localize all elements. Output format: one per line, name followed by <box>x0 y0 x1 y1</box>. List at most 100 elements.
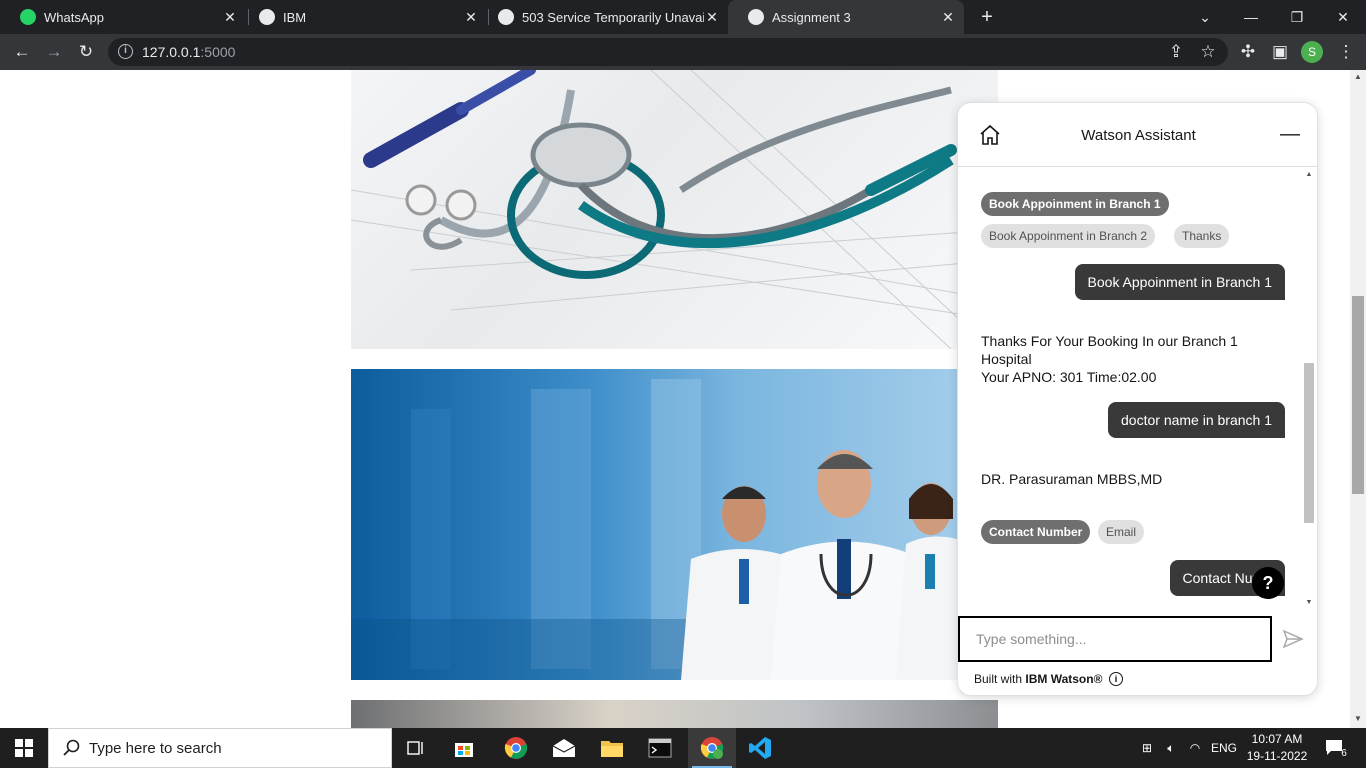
footer-brand: IBM Watson® <box>1025 672 1103 686</box>
close-tab-icon[interactable]: ✕ <box>463 9 479 26</box>
option-thanks[interactable]: Thanks <box>1174 224 1230 248</box>
start-button[interactable] <box>0 728 48 768</box>
footer-prefix: Built with <box>974 672 1026 686</box>
search-icon <box>63 739 80 756</box>
site-info-icon[interactable]: i <box>118 44 133 59</box>
minimize-chat-button[interactable]: — <box>1278 123 1302 147</box>
mail-app[interactable] <box>540 728 588 768</box>
built-with-footer: Built with IBM Watson® <box>974 672 1102 686</box>
new-tab-button[interactable]: + <box>976 6 998 28</box>
microsoft-store-app[interactable] <box>440 728 488 768</box>
chat-messages: Book Appoinment in Branch 1 Book Appoinm… <box>958 167 1317 615</box>
tab-title: Assignment 3 <box>772 9 851 25</box>
close-tab-icon[interactable]: ✕ <box>704 9 720 26</box>
chat-scrollbar-thumb[interactable] <box>1304 363 1314 523</box>
windows-taskbar: Type here to search ⊞ 🔈︎ ◠ ENG 10:07 AM … <box>0 728 1366 768</box>
tab-assignment-3[interactable]: Assignment 3 ✕ <box>728 0 964 34</box>
bot-message: Thanks For Your Booking In our Branch 1 … <box>981 332 1238 386</box>
tab-search-button[interactable]: ⌄ <box>1182 0 1228 34</box>
whatsapp-icon <box>20 9 36 25</box>
taskbar-search-box[interactable]: Type here to search <box>48 728 392 768</box>
forward-icon[interactable]: → <box>42 40 66 64</box>
doctors-illustration <box>351 379 998 680</box>
notification-count: 6 <box>1341 747 1347 759</box>
globe-icon <box>748 9 764 25</box>
scrollbar-thumb[interactable] <box>1352 296 1364 494</box>
doctors-image <box>351 369 998 680</box>
clock-time: 10:07 AM <box>1251 732 1303 746</box>
vscode-app[interactable] <box>736 728 784 768</box>
language-indicator[interactable]: ENG <box>1208 728 1240 768</box>
search-placeholder: Type here to search <box>89 740 222 757</box>
chrome-profile-app[interactable] <box>688 728 736 768</box>
share-icon[interactable]: ⇪ <box>1164 40 1188 64</box>
address-bar[interactable]: i 127.0.0.1:5000 ⇪ ☆ <box>108 38 1228 66</box>
mail-icon <box>552 739 576 757</box>
hospital-image <box>351 700 998 728</box>
chat-scrollbar[interactable]: ▲ ▼ <box>1303 167 1315 609</box>
close-window-button[interactable]: ✕ <box>1320 0 1366 34</box>
reload-icon[interactable]: ↻ <box>74 40 98 64</box>
page-scrollbar[interactable]: ▲ ▼ <box>1350 70 1366 728</box>
user-message: Book Appoinment in Branch 1 <box>1074 264 1285 300</box>
minimize-button[interactable]: — <box>1228 0 1274 34</box>
user-message: doctor name in branch 1 <box>1108 402 1285 438</box>
send-icon[interactable] <box>1282 628 1304 650</box>
chrome-app[interactable] <box>492 728 540 768</box>
network-status-icon[interactable]: ⊞ <box>1136 728 1158 768</box>
tab-title: 503 Service Temporarily Unavaila <box>522 9 704 25</box>
taskbar-clock[interactable]: 10:07 AM 19-11-2022 <box>1244 731 1310 765</box>
volume-icon[interactable]: 🔈︎ <box>1160 728 1182 768</box>
file-explorer-app[interactable] <box>588 728 636 768</box>
url-text: 127.0.0.1:5000 <box>142 44 235 60</box>
windows-logo-icon <box>15 739 33 757</box>
tab-503-service[interactable]: 503 Service Temporarily Unavaila ✕ <box>478 0 728 34</box>
terminal-icon <box>648 738 672 758</box>
task-view-button[interactable] <box>392 728 440 768</box>
tab-ibm[interactable]: IBM ✕ <box>239 0 487 34</box>
bookmark-star-icon[interactable]: ☆ <box>1196 40 1220 64</box>
side-panel-icon[interactable]: ▣ <box>1268 40 1292 64</box>
wifi-icon[interactable]: ◠ <box>1184 728 1206 768</box>
option-book-branch-2[interactable]: Book Appoinment in Branch 2 <box>981 224 1156 248</box>
watson-assistant-widget: Watson Assistant — Book Appoinment in Br… <box>957 102 1318 696</box>
stethoscope-image <box>351 70 998 349</box>
notifications-button[interactable]: 6 <box>1318 728 1354 768</box>
extensions-icon[interactable]: ✣ <box>1236 40 1260 64</box>
chat-scroll-down-icon[interactable]: ▼ <box>1303 599 1315 606</box>
menu-icon[interactable]: ⋮ <box>1334 40 1358 64</box>
info-icon[interactable]: i <box>1109 672 1123 686</box>
chrome-profile-icon <box>700 737 724 759</box>
chat-scroll-up-icon[interactable]: ▲ <box>1303 171 1315 178</box>
bot-message-line: Hospital <box>981 351 1032 367</box>
message-input[interactable]: Type something... <box>958 616 1272 662</box>
tab-title: WhatsApp <box>44 9 104 25</box>
task-view-icon <box>407 741 423 755</box>
browser-toolbar: ← → ↻ i 127.0.0.1:5000 ⇪ ☆ ✣ ▣ S ⋮ <box>0 34 1366 70</box>
watson-title: Watson Assistant <box>1081 127 1196 144</box>
back-icon[interactable]: ← <box>10 40 34 64</box>
scroll-up-icon[interactable]: ▲ <box>1350 72 1366 81</box>
close-tab-icon[interactable]: ✕ <box>222 9 238 26</box>
bot-message-line: Thanks For Your Booking In our Branch 1 <box>981 333 1238 349</box>
option-contact-number[interactable]: Contact Number <box>981 520 1091 544</box>
restore-button[interactable]: ❐ <box>1274 0 1320 34</box>
store-icon <box>455 743 473 757</box>
tab-strip: WhatsApp ✕ IBM ✕ 503 Service Temporarily… <box>0 0 1366 34</box>
option-book-branch-1[interactable]: Book Appoinment in Branch 1 <box>981 192 1169 216</box>
stethoscope-illustration <box>351 70 998 349</box>
url-host: 127.0.0.1 <box>142 44 201 60</box>
option-email[interactable]: Email <box>1098 520 1145 544</box>
tab-whatsapp[interactable]: WhatsApp ✕ <box>0 0 246 34</box>
watson-header: Watson Assistant — <box>958 103 1317 167</box>
profile-avatar[interactable]: S <box>1301 41 1323 63</box>
folder-icon <box>601 741 623 757</box>
bot-message: DR. Parasuraman MBBS,MD <box>981 471 1163 487</box>
help-button[interactable]: ? <box>1252 567 1284 599</box>
close-tab-icon[interactable]: ✕ <box>940 9 956 26</box>
terminal-app[interactable] <box>636 728 684 768</box>
url-port: :5000 <box>200 44 236 60</box>
scroll-down-icon[interactable]: ▼ <box>1350 714 1366 723</box>
globe-icon <box>498 9 514 25</box>
vscode-icon <box>749 737 771 759</box>
